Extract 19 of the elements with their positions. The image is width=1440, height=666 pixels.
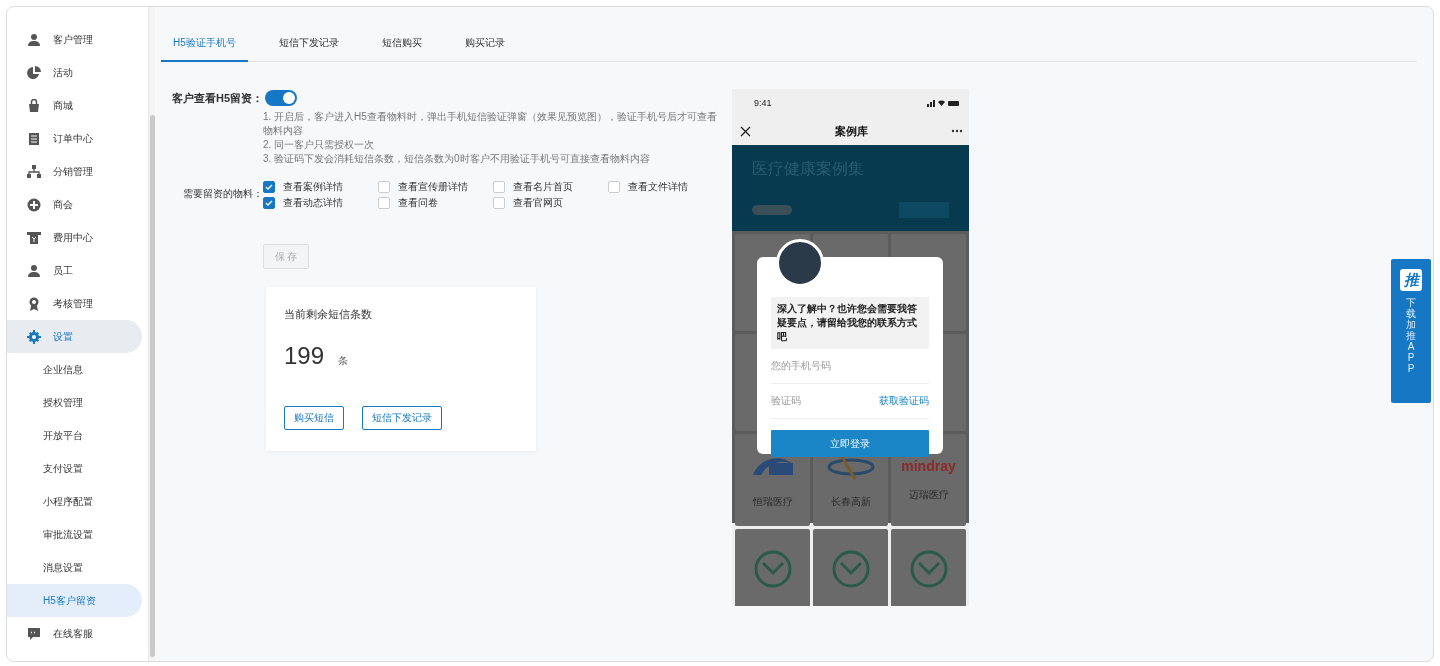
checkbox-label: 查看案例详情 xyxy=(283,180,343,194)
field-label: 客户查看H5留资： xyxy=(170,90,263,106)
help-text: 2. 同一客户只需授权一次 xyxy=(263,138,376,152)
checkbox-label: 查看官网页 xyxy=(513,196,563,210)
screen-title: 案例库 xyxy=(834,123,868,139)
checkbox-label: 查看动态详情 xyxy=(283,196,343,210)
help-text: 1. 开启后，客户进入H5查看物料时，弹出手机短信验证弹窗（效果见预览图），验证手机号后才可查看物料内容 xyxy=(263,110,718,138)
checkbox-label: 查看文件详情 xyxy=(628,180,688,194)
checkbox-label: 查看问卷 xyxy=(398,196,438,210)
dialog-message: 深入了解中？也许您会需要我答疑要点，请留给我您的联系方式吧 xyxy=(771,297,929,349)
checkbox-label: 查看名片首页 xyxy=(513,180,573,194)
sms-count: 199 xyxy=(284,342,325,370)
logo-text: mindray xyxy=(901,458,956,474)
status-time: 9:41 xyxy=(754,98,772,108)
checkbox-label: 查看宣传册详情 xyxy=(398,180,468,194)
help-text: 3. 验证码下发会消耗短信条数，短信条数为0时客户不用验证手机号可直接查看物料内容 xyxy=(263,152,651,166)
card-title: 当前剩余短信条数 xyxy=(284,307,373,322)
unit-label: 条 xyxy=(338,354,349,368)
field-label: 需要留资的物料： xyxy=(182,187,263,201)
